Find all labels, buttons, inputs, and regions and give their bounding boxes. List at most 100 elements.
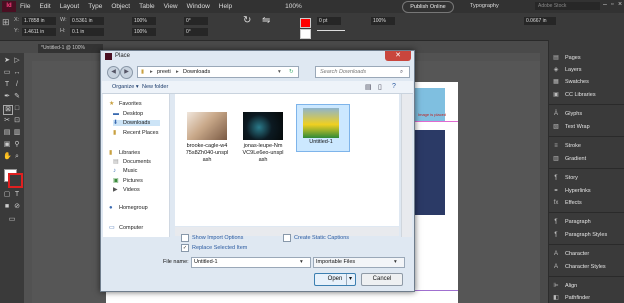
nav-homegroup[interactable]: ● Homegroup — [109, 205, 148, 211]
apply-color-icon[interactable]: ■ — [3, 203, 11, 211]
panel-swatches[interactable]: ▦ Swatches — [552, 77, 622, 87]
scale-x-field[interactable]: 100% — [132, 17, 156, 25]
file-label-jonas[interactable]: jonas-leupe-Nm VC9Le6eo-unspl ash — [239, 143, 287, 164]
file-thumbnail-brooke[interactable] — [187, 112, 227, 140]
help-icon[interactable]: ? — [392, 83, 396, 90]
breadcrumb-downloads[interactable]: Downloads — [183, 67, 210, 77]
panel-character[interactable]: A Character — [552, 249, 622, 259]
note-tool-icon[interactable]: ▣ — [3, 141, 11, 149]
nav-videos[interactable]: ▶ Videos — [113, 187, 140, 193]
rectangle-frame-tool-icon[interactable]: ⊠ — [3, 105, 13, 115]
eyedropper-tool-icon[interactable]: ⚲ — [13, 141, 21, 149]
panel-glyphs[interactable]: Ä Glyphs — [552, 109, 622, 119]
zoom-tool-icon[interactable]: ⌕ — [13, 153, 21, 161]
file-label-untitled[interactable]: Untitled-1 — [297, 139, 345, 146]
panel-hyperlinks[interactable]: ⚭ Hyperlinks — [552, 186, 622, 196]
workspace-switcher[interactable]: Typography — [470, 3, 499, 9]
free-transform-tool-icon[interactable]: ⊡ — [13, 117, 21, 125]
gap-field[interactable]: 0.0667 in — [524, 17, 556, 25]
file-list-vertical-scrollbar[interactable] — [401, 94, 412, 237]
preview-pane-icon[interactable]: ▯ — [378, 83, 382, 91]
breadcrumb-preeti[interactable]: preeti — [157, 67, 171, 77]
vertical-ruler[interactable] — [24, 61, 32, 303]
w-field[interactable]: 0.5361 in — [70, 17, 104, 25]
panel-paragraph-styles[interactable]: ¶ Paragraph Styles — [552, 230, 622, 240]
menu-layout[interactable]: Layout — [60, 3, 80, 10]
adobe-stock-search[interactable]: Adobe Stock — [535, 2, 600, 10]
pencil-tool-icon[interactable]: ✎ — [13, 93, 21, 101]
nav-favorites[interactable]: ★ Favorites — [109, 101, 142, 107]
nav-music[interactable]: ♪ Music — [113, 168, 137, 174]
refresh-icon[interactable]: ↻ — [289, 67, 294, 77]
panel-cc-libraries[interactable]: ▣ CC Libraries — [552, 90, 622, 100]
search-input[interactable]: Search Downloads ⌕ — [315, 66, 410, 78]
scale-y-field[interactable]: 100% — [132, 28, 156, 36]
document-tab[interactable]: *Untitled-1 @ 100% — [38, 44, 103, 53]
file-name-dropdown-icon[interactable]: ▾ — [300, 258, 303, 267]
type-tool-icon[interactable]: T — [3, 81, 11, 89]
rectangle-tool-icon[interactable]: □ — [13, 105, 21, 113]
file-thumbnail-untitled[interactable] — [303, 108, 339, 138]
panel-text-wrap[interactable]: ▧ Text Wrap — [552, 122, 622, 132]
stroke-type-line[interactable] — [317, 30, 345, 31]
file-label-brooke[interactable]: brooke-cagle-w4 75s8Zh040-unspl ash — [183, 143, 231, 164]
scissors-tool-icon[interactable]: ✂ — [3, 117, 11, 125]
nav-recent-places[interactable]: ▮ Recent Places — [113, 130, 158, 136]
menu-type[interactable]: Type — [88, 3, 102, 10]
menu-table[interactable]: Table — [139, 3, 155, 10]
menu-edit[interactable]: Edit — [39, 3, 50, 10]
view-options-icon[interactable]: ▤ — [365, 83, 372, 91]
address-bar[interactable]: ▮ ▸ preeti ▸ Downloads ▾ ↻ — [137, 66, 299, 78]
h-field[interactable]: 0.1 in — [70, 28, 104, 36]
file-type-select[interactable]: Importable Files ▾ — [313, 257, 405, 268]
hand-tool-icon[interactable]: ✋ — [3, 153, 12, 161]
publish-online-button[interactable]: Publish Online — [402, 1, 454, 13]
address-dropdown-icon[interactable]: ▾ — [278, 67, 281, 77]
panel-effects[interactable]: fx Effects — [552, 198, 622, 208]
opacity-field[interactable]: 100% — [371, 17, 395, 25]
organize-button[interactable]: Organize ▾ — [112, 84, 139, 90]
panel-pathfinder[interactable]: ◧ Pathfinder — [552, 293, 622, 303]
panel-paragraph[interactable]: ¶ Paragraph — [552, 217, 622, 227]
file-thumbnail-jonas[interactable] — [243, 112, 283, 140]
forward-button[interactable]: ▶ — [120, 66, 133, 79]
panel-gradient[interactable]: ▥ Gradient — [552, 154, 622, 164]
gradient-feather-tool-icon[interactable]: ▥ — [13, 129, 21, 137]
formatting-text-icon[interactable]: T — [13, 191, 21, 199]
show-import-options-checkbox[interactable]: Show Import Options — [181, 234, 243, 242]
stroke-swatch[interactable] — [300, 29, 311, 39]
pen-tool-icon[interactable]: ✒ — [3, 93, 11, 101]
nav-desktop[interactable]: ▬ Desktop — [113, 111, 143, 117]
stroke-box[interactable] — [8, 173, 23, 188]
create-static-captions-checkbox[interactable]: Create Static Captions — [283, 234, 349, 242]
page-tool-icon[interactable]: ▭ — [3, 69, 11, 77]
shear-field[interactable]: 0° — [184, 28, 208, 36]
rotate-field[interactable]: 0° — [184, 17, 208, 25]
open-dropdown-icon[interactable]: ▾ — [346, 274, 352, 285]
cancel-button[interactable]: Cancel — [361, 273, 403, 286]
x-field[interactable]: 1.7858 in — [22, 17, 56, 25]
replace-selected-item-checkbox[interactable]: ✓ Replace Selected Item — [181, 244, 247, 252]
maximize-icon[interactable]: ▫ — [611, 1, 613, 8]
selection-tool-icon[interactable]: ➤ — [3, 57, 11, 65]
zoom-level[interactable]: 100% — [285, 3, 302, 10]
panel-stroke[interactable]: ≡ Stroke — [552, 141, 622, 151]
panel-character-styles[interactable]: A Character Styles — [552, 262, 622, 272]
nav-libraries[interactable]: ▮ Libraries — [109, 150, 140, 156]
menu-object[interactable]: Object — [111, 3, 130, 10]
nav-computer[interactable]: ▭ Computer — [109, 225, 143, 231]
nav-documents[interactable]: ▤ Documents — [113, 159, 151, 165]
flip-icon[interactable]: ⇋ — [262, 15, 270, 26]
back-button[interactable]: ◀ — [107, 66, 120, 79]
rotate-icon[interactable]: ↻ — [243, 15, 251, 26]
panel-story[interactable]: ¶ Story — [552, 173, 622, 183]
nav-downloads[interactable]: ⬇ Downloads — [113, 120, 161, 126]
screen-mode-icon[interactable]: ▭ — [8, 216, 16, 224]
stroke-weight-field[interactable]: 0 pt — [317, 17, 341, 25]
menu-view[interactable]: View — [164, 3, 178, 10]
reference-point-icon[interactable]: ⊞ — [2, 17, 10, 28]
panel-align[interactable]: ⊫ Align — [552, 281, 622, 291]
gradient-tool-icon[interactable]: ▤ — [3, 129, 11, 137]
menu-file[interactable]: File — [20, 3, 30, 10]
panel-pages[interactable]: ▤ Pages — [552, 53, 622, 63]
